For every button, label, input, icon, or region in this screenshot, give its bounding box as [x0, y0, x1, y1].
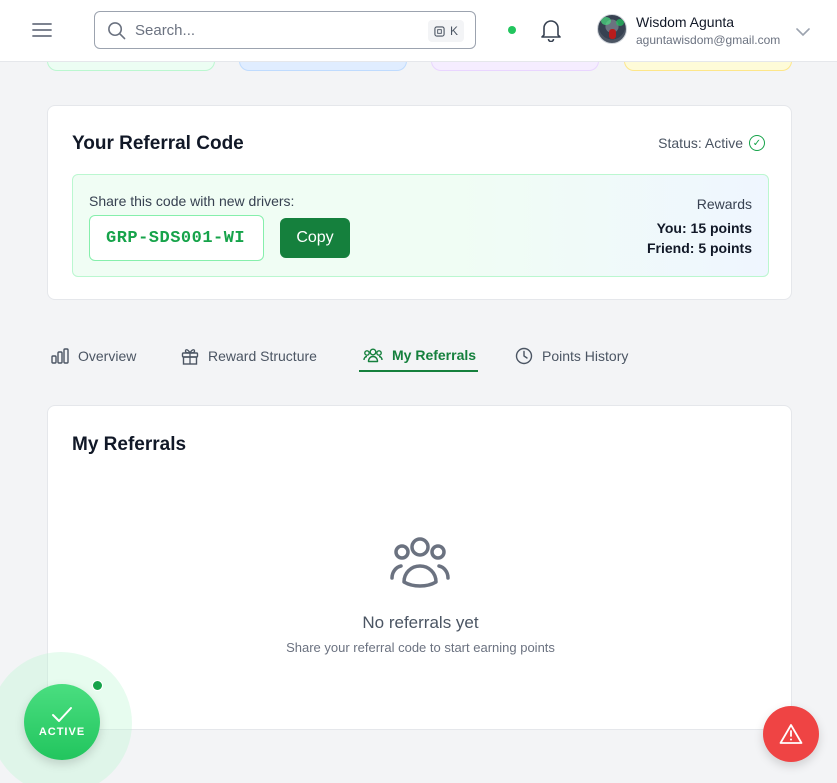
empty-state-title: No referrals yet [362, 613, 479, 632]
gift-icon [181, 349, 199, 365]
referral-code-card: Your Referral Code Status: Active ✓ Shar… [47, 105, 792, 300]
referral-code-value[interactable]: GRP-SDS001-WI [89, 215, 264, 261]
users-empty-icon [390, 536, 450, 595]
check-circle-icon: ✓ [749, 135, 765, 151]
tab-points-history-label: Points History [542, 348, 629, 364]
tab-reward-structure-label: Reward Structure [208, 348, 317, 364]
tab-points-history[interactable]: Points History [515, 340, 628, 372]
online-status-dot [508, 26, 516, 34]
share-label: Share this code with new drivers: [89, 193, 295, 209]
tab-overview[interactable]: Overview [51, 340, 136, 372]
alert-button[interactable] [763, 706, 819, 762]
empty-state-subtitle: Share your referral code to start earnin… [286, 640, 555, 655]
rewards-you: You: 15 points [656, 220, 752, 236]
avatar[interactable] [597, 14, 627, 44]
user-name: Wisdom Agunta [636, 14, 735, 30]
active-indicator-dot [92, 680, 103, 691]
search-bar[interactable]: K [94, 11, 476, 49]
shortcut-key: K [449, 24, 458, 38]
copy-button[interactable]: Copy [280, 218, 350, 258]
users-icon [363, 348, 383, 363]
search-shortcut: K [427, 20, 464, 42]
clock-icon [515, 347, 533, 365]
referral-status: Status: Active ✓ [658, 135, 765, 151]
active-status-label: ACTIVE [38, 726, 86, 738]
my-referrals-title: My Referrals [72, 434, 187, 455]
tab-my-referrals-label: My Referrals [392, 347, 477, 363]
tab-my-referrals[interactable]: My Referrals [359, 340, 478, 372]
chevron-down-icon[interactable] [796, 24, 810, 42]
search-icon [107, 21, 126, 45]
search-input[interactable] [135, 20, 415, 40]
user-email: aguntawisdom@gmail.com [636, 33, 781, 47]
command-icon [434, 25, 445, 37]
rewards-title: Rewards [696, 196, 752, 212]
my-referrals-card: My Referrals No referrals yet Share your… [47, 405, 792, 730]
active-status-button[interactable]: ACTIVE [24, 684, 100, 760]
status-text: Status: Active [658, 135, 743, 151]
tab-overview-label: Overview [78, 348, 137, 364]
menu-icon[interactable] [30, 18, 54, 42]
bell-icon[interactable] [540, 18, 562, 47]
referral-code-box: Share this code with new drivers: GRP-SD… [72, 174, 769, 277]
tab-reward-structure[interactable]: Reward Structure [181, 340, 317, 372]
bar-chart-icon [51, 348, 69, 364]
warning-triangle-icon [779, 724, 803, 744]
referral-card-title: Your Referral Code [72, 133, 244, 154]
check-icon [52, 707, 72, 722]
top-bar: K Wisdom Agunta aguntawisdom@gmail.com [0, 0, 837, 62]
rewards-friend: Friend: 5 points [647, 240, 752, 256]
